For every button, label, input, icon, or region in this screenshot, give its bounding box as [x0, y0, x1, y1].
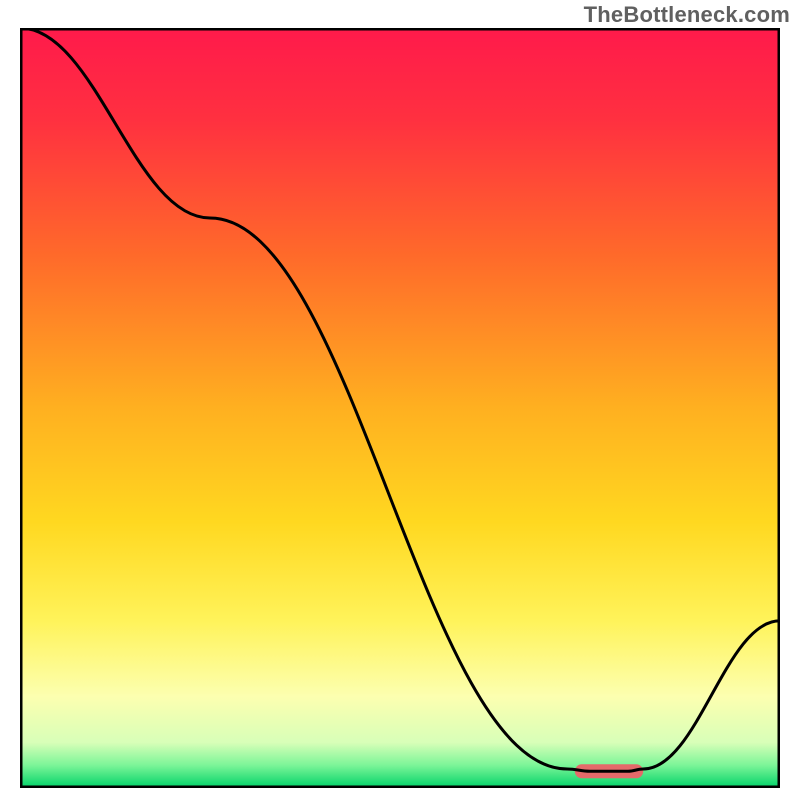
- chart-svg: [20, 28, 780, 788]
- gradient-background: [20, 28, 780, 788]
- chart-container: TheBottleneck.com: [0, 0, 800, 800]
- bottleneck-chart: [20, 28, 780, 788]
- watermark-text: TheBottleneck.com: [584, 2, 790, 28]
